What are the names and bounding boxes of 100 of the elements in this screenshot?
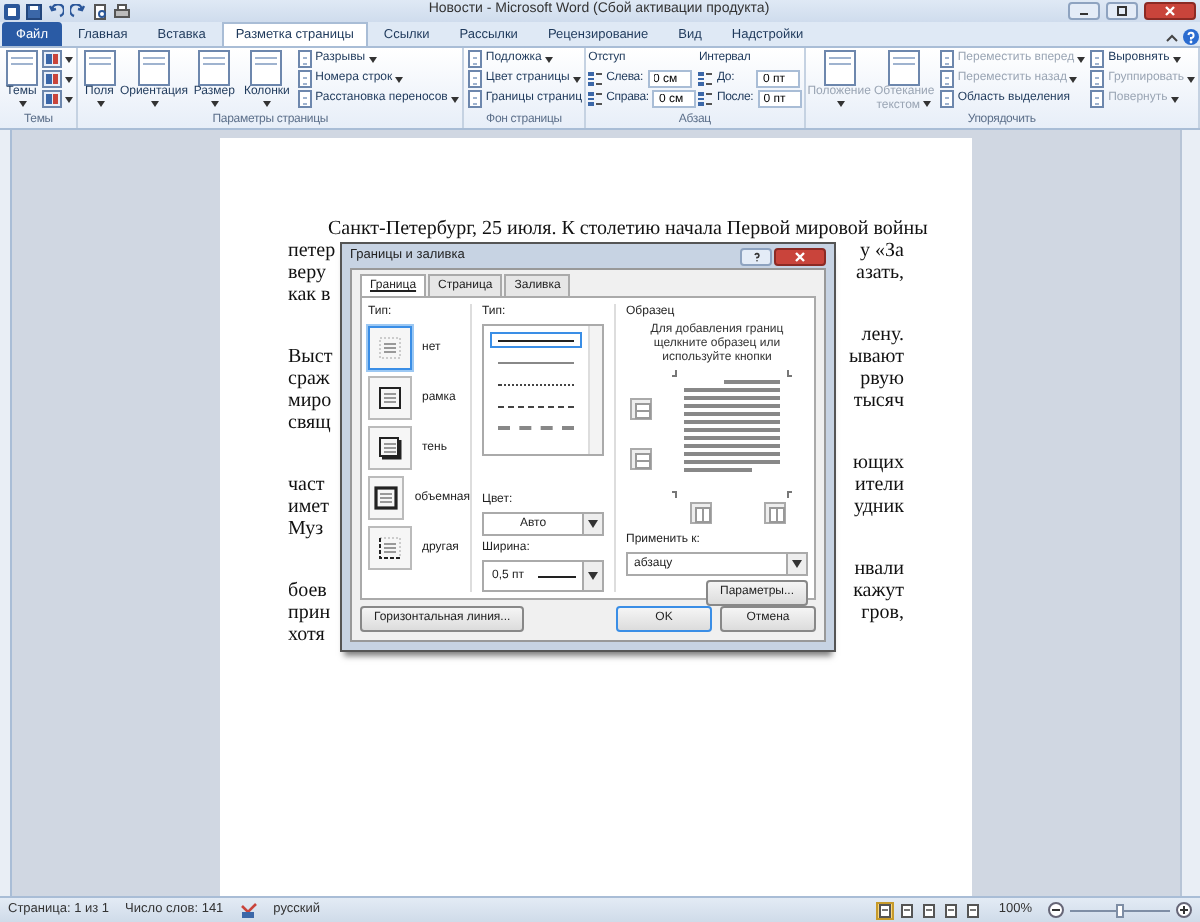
page-icon	[465, 70, 484, 88]
save-icon[interactable]	[26, 3, 42, 19]
view-button[interactable]	[964, 901, 983, 919]
page-icon	[937, 70, 956, 88]
help-button[interactable]	[740, 247, 772, 265]
help-icon	[751, 251, 761, 261]
spacing-icon	[698, 72, 713, 86]
border-toggle-button[interactable]	[630, 448, 652, 470]
printer-icon[interactable]	[114, 3, 130, 19]
caret-icon[interactable]	[64, 95, 75, 103]
document-text: как в	[288, 284, 331, 306]
spacing-icon	[698, 92, 713, 106]
page-view-icon	[922, 903, 937, 917]
preview-icon[interactable]	[92, 3, 108, 19]
page-icon	[465, 90, 484, 108]
document-text: Санкт-Петербург, 25 июля. К столетию начала Первой мировой войны	[328, 218, 928, 240]
page-view-icon	[944, 903, 959, 917]
caret-icon[interactable]	[262, 100, 273, 109]
restore-icon	[1116, 6, 1128, 16]
document-text: азать,	[856, 262, 904, 284]
swatch-icon	[42, 50, 63, 68]
caret-icon[interactable]	[394, 75, 405, 83]
document-text: прин	[288, 602, 331, 624]
caret-icon[interactable]	[64, 75, 75, 83]
page-icon	[937, 90, 956, 108]
caret-icon[interactable]	[210, 100, 221, 109]
document-text: нвали	[854, 558, 904, 580]
page-view-icon	[878, 903, 893, 917]
dropdown-arrow-icon	[588, 572, 598, 580]
view-button[interactable]	[898, 901, 917, 919]
view-button[interactable]	[876, 901, 895, 919]
spellcheck-icon[interactable]	[239, 901, 258, 919]
view-button[interactable]	[942, 901, 961, 919]
page-view-icon	[900, 903, 915, 917]
document-text: лену.	[861, 324, 904, 346]
vertical-scrollbar[interactable]	[1180, 130, 1200, 896]
document-text: у «За	[860, 240, 904, 262]
caret-icon[interactable]	[367, 55, 378, 63]
close-icon	[1164, 6, 1176, 16]
maximize-button[interactable]	[1106, 2, 1138, 20]
caret-icon[interactable]	[1171, 55, 1182, 63]
document-text: петер	[288, 240, 336, 262]
caret-icon[interactable]	[64, 55, 75, 63]
scrollbar[interactable]	[588, 326, 602, 455]
caret-icon[interactable]	[543, 55, 554, 63]
caret-icon[interactable]	[17, 100, 28, 109]
caret-icon[interactable]	[571, 75, 582, 83]
undo-icon[interactable]	[48, 3, 64, 19]
document-text: свящ	[288, 412, 331, 434]
page-icon	[295, 70, 314, 88]
document-text: кажут	[853, 580, 904, 602]
collapse-ribbon-icon[interactable]	[1164, 30, 1180, 46]
spacing-icon	[588, 72, 603, 86]
app-icon	[4, 3, 20, 19]
page-view-icon	[966, 903, 981, 917]
document-text: имет	[288, 496, 329, 518]
close-button[interactable]	[1144, 2, 1196, 20]
document-text: рвую	[860, 368, 904, 390]
document-text: сраж	[288, 368, 330, 390]
ribbon-button[interactable]	[42, 50, 75, 68]
help-icon[interactable]	[1182, 28, 1200, 46]
document-text: боев	[288, 580, 327, 602]
border-toggle-button[interactable]	[690, 502, 712, 524]
caret-icon[interactable]	[449, 95, 460, 103]
document-text: веру	[288, 262, 326, 284]
zoom-slider-thumb[interactable]	[1116, 903, 1124, 917]
document-text: ывают	[849, 346, 904, 368]
line-style-list[interactable]	[482, 324, 604, 457]
zoom-out-icon[interactable]	[1048, 902, 1064, 918]
border-toggle-button[interactable]	[630, 398, 652, 420]
document-text: ющих	[852, 452, 904, 474]
document-text: ители	[854, 474, 904, 496]
ribbon-button[interactable]	[42, 70, 75, 88]
document-text: удник	[853, 496, 904, 518]
close-button[interactable]	[774, 247, 826, 265]
document-text: гров,	[861, 602, 904, 624]
minimize-button[interactable]	[1068, 2, 1100, 20]
swatch-icon	[42, 70, 63, 88]
preview-drawing[interactable]	[672, 370, 792, 498]
zoom-in-icon[interactable]	[1176, 902, 1192, 918]
line-style-option[interactable]	[490, 332, 582, 348]
document-text: хотя	[288, 624, 325, 646]
document-text: част	[288, 474, 325, 496]
document-text: тысяч	[853, 390, 904, 412]
document-text: миро	[288, 390, 332, 412]
swatch-icon	[42, 90, 63, 108]
page-icon	[1088, 70, 1107, 88]
page-icon	[295, 90, 314, 108]
page-icon	[1088, 90, 1107, 108]
view-button[interactable]	[920, 901, 939, 919]
redo-icon[interactable]	[70, 3, 86, 19]
spacing-icon	[588, 92, 603, 106]
caret-icon[interactable]	[149, 100, 160, 109]
caret-icon[interactable]	[95, 100, 106, 109]
document-text: Муз	[288, 518, 324, 540]
close-icon	[794, 251, 806, 261]
ribbon-button[interactable]	[42, 90, 75, 108]
page-border-icon	[370, 482, 403, 514]
border-toggle-button[interactable]	[764, 502, 786, 524]
dropdown-arrow-icon	[792, 560, 802, 568]
